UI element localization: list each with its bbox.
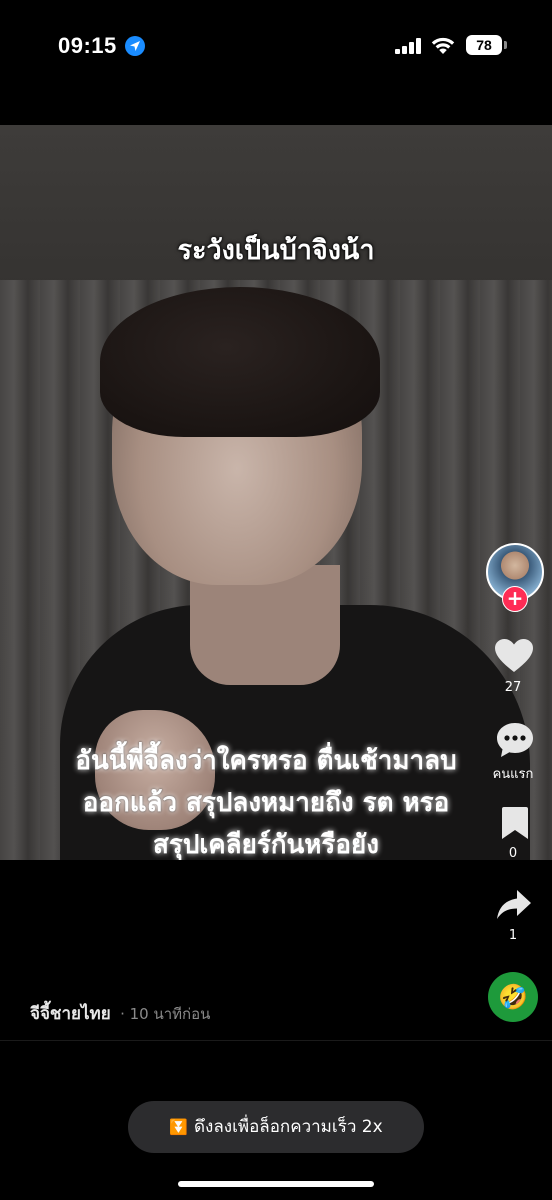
status-bar: 09:15 78 bbox=[0, 0, 552, 92]
speed-lock-hint[interactable]: ⏬ ดึงลงเพื่อล็อกความเร็ว 2x bbox=[128, 1101, 424, 1153]
post-time: · 10 นาทีก่อน bbox=[120, 1005, 211, 1023]
like-count: 27 bbox=[504, 680, 522, 695]
sound-disc-icon[interactable]: 🤣 bbox=[488, 972, 538, 1022]
battery-icon: 78 bbox=[466, 35, 502, 55]
save-count: 0 bbox=[508, 846, 518, 861]
bookmark-icon[interactable] bbox=[501, 806, 529, 840]
signal-icon bbox=[395, 38, 421, 54]
author-name[interactable]: จีจี้ชายไทย bbox=[30, 1004, 111, 1024]
comment-count: คนแรก bbox=[492, 767, 534, 782]
follow-button[interactable]: + bbox=[502, 586, 528, 612]
post-meta: จีจี้ชายไทย · 10 นาทีก่อน bbox=[30, 1000, 210, 1027]
chevron-down-icon: ⏬ bbox=[169, 1118, 189, 1136]
share-icon[interactable] bbox=[496, 889, 532, 921]
location-arrow-icon bbox=[125, 36, 145, 56]
home-indicator[interactable] bbox=[178, 1181, 374, 1187]
comment-icon[interactable] bbox=[496, 722, 534, 758]
divider bbox=[0, 1040, 552, 1041]
speed-lock-label: ดึงลงเพื่อล็อกความเร็ว 2x bbox=[194, 1117, 383, 1137]
status-time: 09:15 bbox=[58, 33, 117, 58]
wifi-icon bbox=[431, 37, 455, 54]
video-caption-top: ระวังเป็นบ้าจิงน้า bbox=[177, 235, 375, 266]
heart-icon[interactable] bbox=[494, 638, 534, 674]
video-player[interactable]: ระวังเป็นบ้าจิงน้า อันนี้พี่จี้ลงว่าใครห… bbox=[0, 125, 552, 860]
video-caption-bottom: อันนี้พี่จี้ลงว่าใครหรอ ตื่นเช้ามาลบออกแ… bbox=[75, 746, 457, 860]
share-count: 1 bbox=[508, 928, 518, 943]
battery-tip bbox=[504, 41, 507, 49]
video-person-hair bbox=[100, 287, 380, 437]
